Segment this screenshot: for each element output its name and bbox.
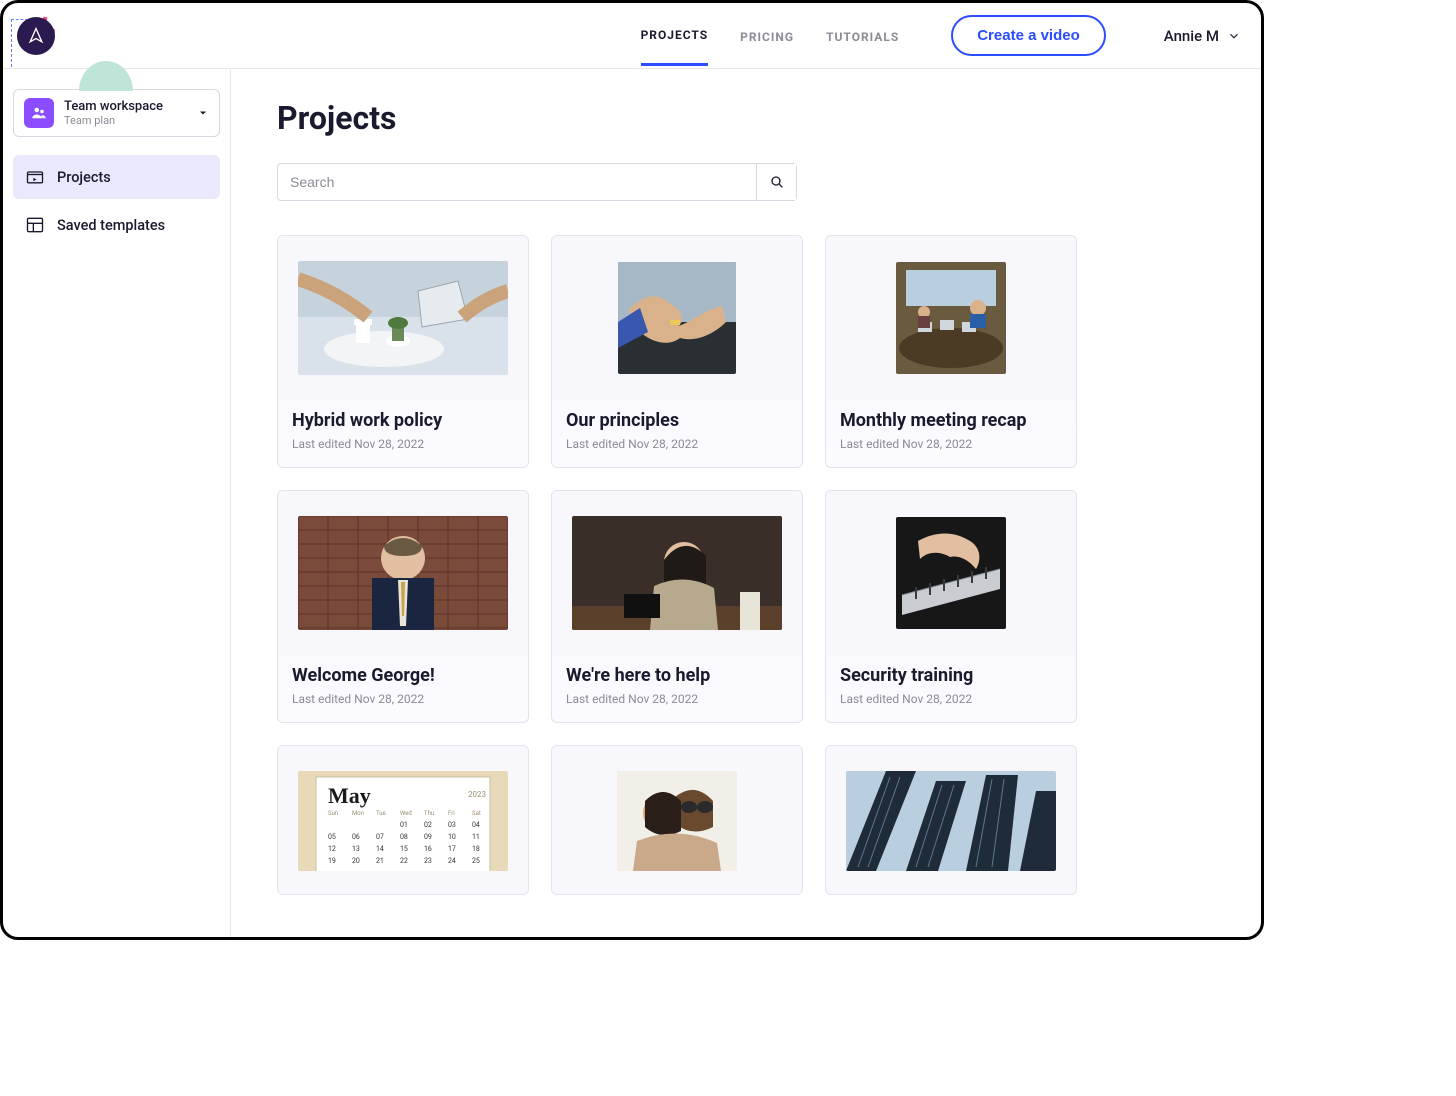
user-name: Annie M — [1164, 27, 1219, 45]
svg-text:23: 23 — [424, 857, 432, 865]
svg-text:20: 20 — [352, 857, 360, 865]
project-card[interactable]: We're here to help Last edited Nov 28, 2… — [551, 490, 803, 723]
sidebar: Team workspace Team plan Projects Saved … — [3, 69, 231, 937]
sidebar-item-label: Projects — [57, 169, 111, 186]
project-card[interactable]: Hybrid work policy Last edited Nov 28, 2… — [277, 235, 529, 468]
svg-text:12: 12 — [328, 845, 336, 853]
sidebar-item-saved-templates[interactable]: Saved templates — [13, 203, 220, 247]
sidebar-item-label: Saved templates — [57, 217, 165, 234]
project-date: Last edited Nov 28, 2022 — [840, 437, 1062, 451]
main: Projects — [231, 69, 1261, 937]
logo[interactable] — [7, 17, 107, 55]
nav-pricing[interactable]: PRICING — [740, 30, 794, 65]
svg-text:Mon: Mon — [352, 810, 364, 817]
nav-tutorials[interactable]: TUTORIALS — [826, 30, 899, 65]
team-icon — [24, 98, 54, 128]
svg-text:08: 08 — [400, 833, 408, 841]
project-title: We're here to help — [566, 665, 788, 686]
project-card[interactable]: May 2023 SunMonTueWedThuFriSat 01020304 … — [277, 745, 529, 895]
search-input[interactable] — [278, 164, 756, 200]
project-date: Last edited Nov 28, 2022 — [292, 437, 514, 451]
svg-text:14: 14 — [376, 845, 384, 853]
user-menu[interactable]: Annie M — [1164, 27, 1241, 45]
svg-text:24: 24 — [448, 857, 456, 865]
search-button[interactable] — [756, 164, 796, 200]
app-frame: PROJECTS PRICING TUTORIALS Create a vide… — [0, 0, 1264, 940]
svg-text:May: May — [328, 783, 371, 808]
project-title: Hybrid work policy — [292, 410, 514, 431]
svg-text:Wed: Wed — [400, 810, 412, 817]
svg-text:22: 22 — [400, 857, 408, 865]
svg-text:Sun: Sun — [328, 810, 338, 817]
project-card[interactable] — [825, 745, 1077, 895]
body: Team workspace Team plan Projects Saved … — [3, 69, 1261, 937]
svg-text:01: 01 — [400, 821, 408, 829]
workspace-selector[interactable]: Team workspace Team plan — [13, 89, 220, 137]
project-date: Last edited Nov 28, 2022 — [840, 692, 1062, 706]
chevron-down-icon — [1227, 29, 1241, 43]
project-date: Last edited Nov 28, 2022 — [566, 437, 788, 451]
project-card[interactable]: Welcome George! Last edited Nov 28, 2022 — [277, 490, 529, 723]
project-card[interactable]: Security training Last edited Nov 28, 20… — [825, 490, 1077, 723]
project-card[interactable]: Monthly meeting recap Last edited Nov 28… — [825, 235, 1077, 468]
svg-text:Sat: Sat — [472, 810, 481, 817]
svg-text:06: 06 — [352, 833, 360, 841]
svg-text:07: 07 — [376, 833, 384, 841]
svg-text:10: 10 — [448, 833, 456, 841]
svg-text:15: 15 — [400, 845, 408, 853]
svg-text:16: 16 — [424, 845, 432, 853]
project-card[interactable]: Our principles Last edited Nov 28, 2022 — [551, 235, 803, 468]
svg-text:09: 09 — [424, 833, 432, 841]
topbar: PROJECTS PRICING TUTORIALS Create a vide… — [3, 3, 1261, 69]
sidebar-item-projects[interactable]: Projects — [13, 155, 220, 199]
caret-down-icon — [197, 104, 209, 123]
workspace-subtitle: Team plan — [64, 114, 187, 127]
svg-text:03: 03 — [448, 821, 456, 829]
svg-text:13: 13 — [352, 845, 360, 853]
nav-projects[interactable]: PROJECTS — [641, 28, 709, 66]
svg-text:02: 02 — [424, 821, 432, 829]
project-date: Last edited Nov 28, 2022 — [566, 692, 788, 706]
svg-text:Thu: Thu — [424, 810, 434, 817]
svg-text:Fri: Fri — [448, 810, 455, 817]
search-bar — [277, 163, 797, 201]
svg-text:05: 05 — [328, 833, 336, 841]
project-grid: Hybrid work policy Last edited Nov 28, 2… — [277, 235, 1223, 895]
project-title: Monthly meeting recap — [840, 410, 1062, 431]
project-date: Last edited Nov 28, 2022 — [292, 692, 514, 706]
workspace-title: Team workspace — [64, 99, 187, 114]
svg-text:11: 11 — [472, 833, 480, 841]
svg-text:17: 17 — [448, 845, 456, 853]
svg-text:21: 21 — [376, 857, 384, 865]
svg-text:04: 04 — [472, 821, 480, 829]
nav: PROJECTS PRICING TUTORIALS Create a vide… — [641, 15, 1241, 56]
templates-icon — [25, 215, 45, 235]
page-title: Projects — [277, 99, 1223, 137]
search-icon — [769, 174, 785, 190]
project-title: Security training — [840, 665, 1062, 686]
project-title: Welcome George! — [292, 665, 514, 686]
create-video-button[interactable]: Create a video — [951, 15, 1106, 56]
svg-text:19: 19 — [328, 857, 336, 865]
project-card[interactable] — [551, 745, 803, 895]
svg-text:25: 25 — [472, 857, 480, 865]
project-title: Our principles — [566, 410, 788, 431]
svg-text:2023: 2023 — [468, 790, 486, 799]
projects-icon — [25, 167, 45, 187]
svg-text:Tue: Tue — [376, 810, 386, 817]
svg-text:18: 18 — [472, 845, 480, 853]
logo-icon — [17, 17, 55, 55]
